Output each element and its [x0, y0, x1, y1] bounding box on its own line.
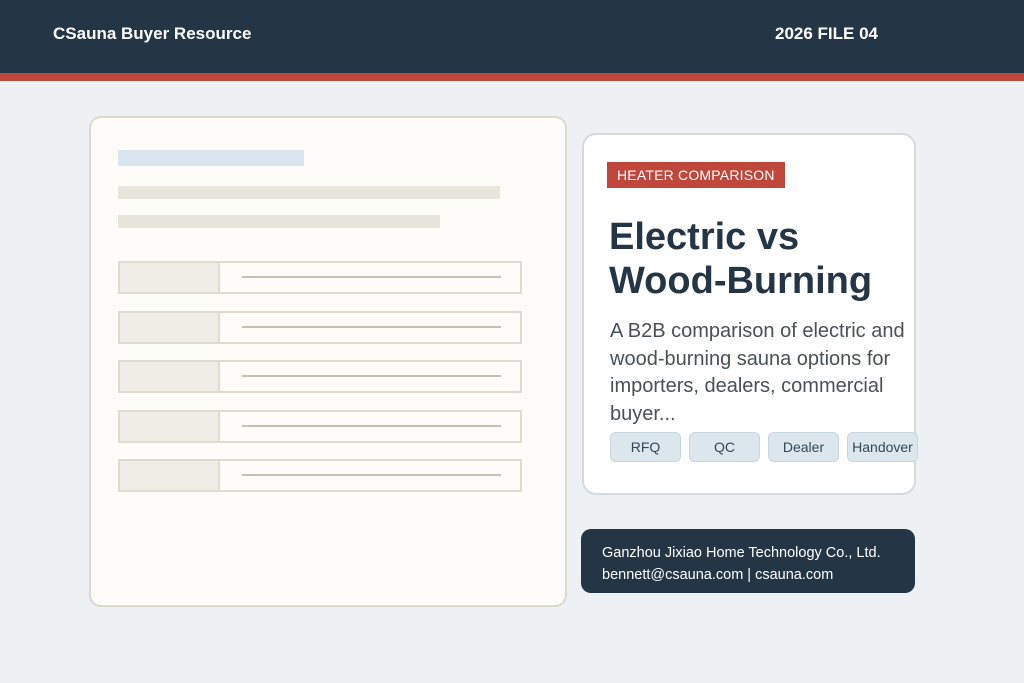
file-label: 2026 FILE 04	[774, 24, 878, 43]
doc-text-line-placeholder	[118, 215, 440, 228]
doc-table-row	[118, 410, 522, 443]
doc-table-row	[118, 261, 522, 294]
doc-table-row	[118, 459, 522, 492]
article-headline[interactable]: Electric vs Wood-Burning	[609, 215, 909, 303]
tag-handover[interactable]: Handover	[847, 432, 918, 462]
doc-table-cell	[120, 362, 220, 391]
category-badge: HEATER COMPARISON	[607, 162, 785, 188]
doc-table-row	[118, 311, 522, 344]
article-card[interactable]: HEATER COMPARISON Electric vs Wood-Burni…	[582, 133, 918, 495]
doc-table-line	[242, 474, 501, 476]
contact-box: Ganzhou Jixiao Home Technology Co., Ltd.…	[581, 529, 915, 593]
doc-table-cell	[120, 461, 220, 490]
doc-title-placeholder	[118, 150, 304, 166]
top-bar: CSauna Buyer Resource 2026 FILE 04	[0, 0, 1024, 73]
doc-table-cell	[120, 313, 220, 342]
headline-line: Wood-Burning	[609, 260, 873, 302]
doc-table-line	[242, 276, 501, 278]
contact-email-site[interactable]: bennett@csauna.com | csauna.com	[602, 564, 915, 586]
doc-table-line	[242, 326, 501, 328]
headline-line: Electric vs	[609, 216, 800, 258]
company-name: Ganzhou Jixiao Home Technology Co., Ltd.	[602, 545, 881, 561]
doc-text-line-placeholder	[118, 186, 500, 199]
tag-qc[interactable]: QC	[689, 432, 760, 462]
tag-rfq[interactable]: RFQ	[610, 432, 681, 462]
header-accent-stripe	[0, 73, 1024, 81]
article-summary: A B2B comparison of electric and wood-bu…	[610, 320, 905, 425]
brand-title: CSauna Buyer Resource	[53, 24, 252, 43]
doc-table-cell	[120, 263, 220, 292]
doc-table-line	[242, 375, 501, 377]
doc-table-row	[118, 360, 522, 393]
document-preview-card	[89, 116, 567, 607]
tag-dealer[interactable]: Dealer	[768, 432, 839, 462]
doc-table-line	[242, 425, 501, 427]
doc-table-cell	[120, 412, 220, 441]
